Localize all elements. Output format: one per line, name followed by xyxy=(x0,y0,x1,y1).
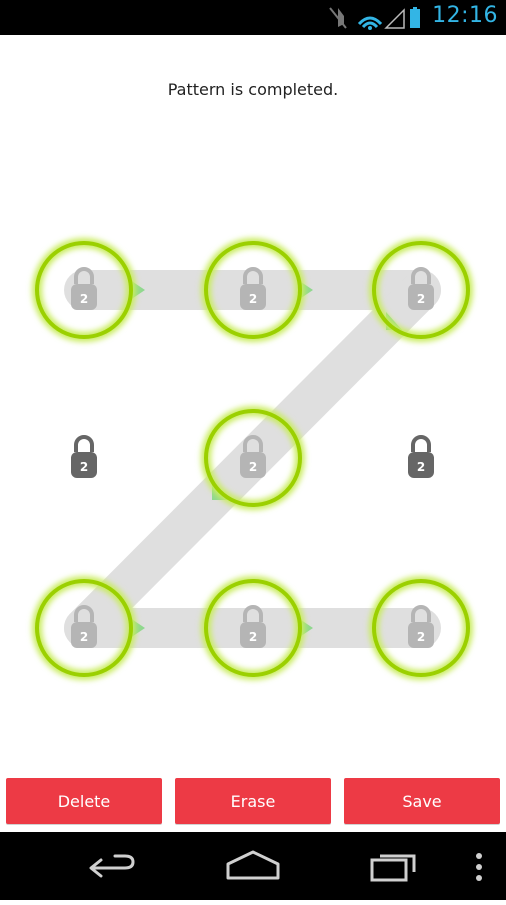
svg-text:2: 2 xyxy=(249,460,257,474)
svg-text:2: 2 xyxy=(249,292,257,306)
overflow-menu-icon[interactable] xyxy=(476,853,482,881)
wifi-icon xyxy=(357,16,383,30)
pattern-grid[interactable]: 2 2 2 2 2 2 2 2 2 xyxy=(0,200,506,720)
pattern-dot-6-padlock-icon[interactable]: 2 xyxy=(408,435,434,478)
svg-text:2: 2 xyxy=(417,460,425,474)
status-icons xyxy=(329,7,420,30)
back-icon[interactable] xyxy=(89,854,135,878)
pattern-status-message: Pattern is completed. xyxy=(167,80,339,99)
silent-icon xyxy=(329,7,347,29)
nav-icons xyxy=(89,850,482,882)
svg-text:2: 2 xyxy=(249,630,257,644)
recent-apps-icon[interactable] xyxy=(370,854,416,882)
pattern-dot-4-padlock-icon[interactable]: 2 xyxy=(71,435,97,478)
svg-text:2: 2 xyxy=(417,630,425,644)
status-bar: 12:16 xyxy=(0,0,506,35)
svg-text:2: 2 xyxy=(80,292,88,306)
battery-icon xyxy=(410,7,420,28)
svg-text:2: 2 xyxy=(80,460,88,474)
status-time: 12:16 xyxy=(432,3,498,28)
save-button[interactable]: Save xyxy=(344,778,500,824)
delete-button[interactable]: Delete xyxy=(6,778,162,824)
navigation-bar xyxy=(0,832,506,900)
svg-text:2: 2 xyxy=(417,292,425,306)
home-icon[interactable] xyxy=(226,850,280,880)
erase-button[interactable]: Erase xyxy=(175,778,331,824)
signal-icon xyxy=(384,8,405,29)
svg-text:2: 2 xyxy=(80,630,88,644)
